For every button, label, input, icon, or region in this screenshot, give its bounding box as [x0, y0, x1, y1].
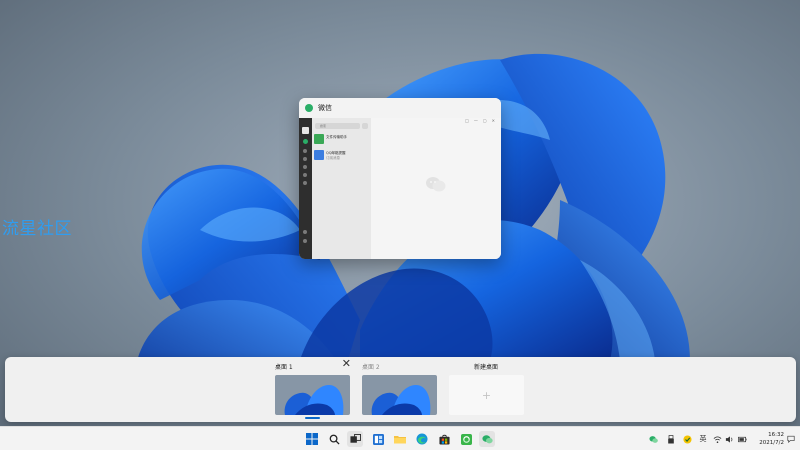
chat-pane: □ — ▢ ✕: [371, 118, 501, 259]
desktop-card-2[interactable]: 桌面 2: [362, 357, 440, 422]
favorites-icon[interactable]: [303, 157, 307, 161]
tray-wechat-icon[interactable]: [648, 434, 658, 444]
taskbar: 英 16:32 2021/7/2: [0, 426, 800, 450]
clock-time: 16:32: [768, 432, 784, 438]
minimize-button[interactable]: —: [474, 118, 478, 123]
wechat-body: 搜索 文件传输助手 QQ邮箱提醒 订阅消息 □ — ▢ ✕: [299, 118, 501, 259]
user-avatar[interactable]: [302, 127, 309, 134]
pin-button[interactable]: □: [465, 118, 469, 123]
new-desktop-card[interactable]: 新建桌面 +: [449, 357, 527, 422]
desktop-thumbnail[interactable]: [362, 375, 437, 415]
task-view-icon[interactable]: [347, 431, 363, 447]
desktop-screen: 流星社区 微信 搜索 文件传输助手 QQ邮箱提醒 订阅消息 □ — ▢ ✕ 桌面…: [0, 0, 800, 450]
input-method-indicator[interactable]: 英: [698, 434, 708, 444]
settings-icon[interactable]: [303, 239, 307, 243]
conversation-title: 文件传输助手: [326, 135, 347, 139]
desktop-label: 桌面 2: [362, 364, 380, 371]
wifi-icon[interactable]: [712, 434, 722, 444]
close-desktop-button[interactable]: ✕: [342, 358, 351, 370]
conversation-item[interactable]: 文件传输助手: [314, 134, 370, 148]
wechat-watermark-icon: [426, 177, 446, 192]
files-icon[interactable]: [303, 165, 307, 169]
new-desktop-button[interactable]: +: [449, 375, 524, 415]
maximize-button[interactable]: ▢: [483, 118, 487, 123]
active-desktop-indicator: [305, 417, 320, 419]
conversation-list: 搜索 文件传输助手 QQ邮箱提醒 订阅消息: [312, 118, 371, 259]
conversation-preview: 订阅消息: [326, 156, 340, 160]
start-icon[interactable]: [304, 431, 320, 447]
window-title: 微信: [318, 104, 332, 112]
contacts-icon[interactable]: [303, 149, 307, 153]
new-desktop-label: 新建桌面: [474, 364, 499, 371]
window-titlebar[interactable]: 微信: [299, 98, 501, 118]
add-button[interactable]: [362, 123, 368, 129]
mini-program-icon[interactable]: [303, 181, 307, 185]
wechat-sidebar: [299, 118, 312, 259]
file-explorer-icon[interactable]: [392, 431, 408, 447]
desktop-label: 桌面 1: [275, 364, 293, 371]
file-transfer-avatar: [314, 134, 324, 144]
wechat-logo-icon: [305, 104, 313, 112]
store-icon[interactable]: [436, 431, 452, 447]
watermark-text: 流星社区: [2, 219, 72, 239]
chat-icon[interactable]: [303, 139, 308, 144]
mail-avatar: [314, 150, 324, 160]
notification-icon[interactable]: [786, 434, 796, 444]
conversation-item[interactable]: QQ邮箱提醒 订阅消息: [314, 150, 370, 164]
widgets-icon[interactable]: [370, 431, 386, 447]
moments-icon[interactable]: [303, 173, 307, 177]
norton-icon[interactable]: [682, 434, 692, 444]
desktop-card-1[interactable]: 桌面 1 ✕: [275, 357, 353, 422]
window-controls: □ — ▢ ✕: [465, 118, 495, 123]
wechat-icon[interactable]: [479, 431, 495, 447]
edge-icon[interactable]: [414, 431, 430, 447]
plus-icon: +: [481, 388, 492, 402]
vpn-icon[interactable]: [458, 431, 474, 447]
system-clock[interactable]: 16:32 2021/7/2: [750, 431, 784, 447]
wechat-window[interactable]: 微信 搜索 文件传输助手 QQ邮箱提醒 订阅消息 □ — ▢ ✕: [299, 98, 501, 259]
close-button[interactable]: ✕: [492, 118, 495, 123]
desktop-thumbnail[interactable]: [275, 375, 350, 415]
phone-icon[interactable]: [303, 230, 307, 234]
volume-icon[interactable]: [724, 434, 734, 444]
usb-icon[interactable]: [666, 434, 676, 444]
search-input[interactable]: 搜索: [315, 123, 360, 129]
search-icon[interactable]: [326, 431, 342, 447]
battery-icon[interactable]: [737, 434, 747, 444]
task-view-panel: 桌面 1 ✕ 桌面 2 新建桌面 +: [5, 357, 796, 422]
clock-date: 2021/7/2: [759, 440, 784, 446]
